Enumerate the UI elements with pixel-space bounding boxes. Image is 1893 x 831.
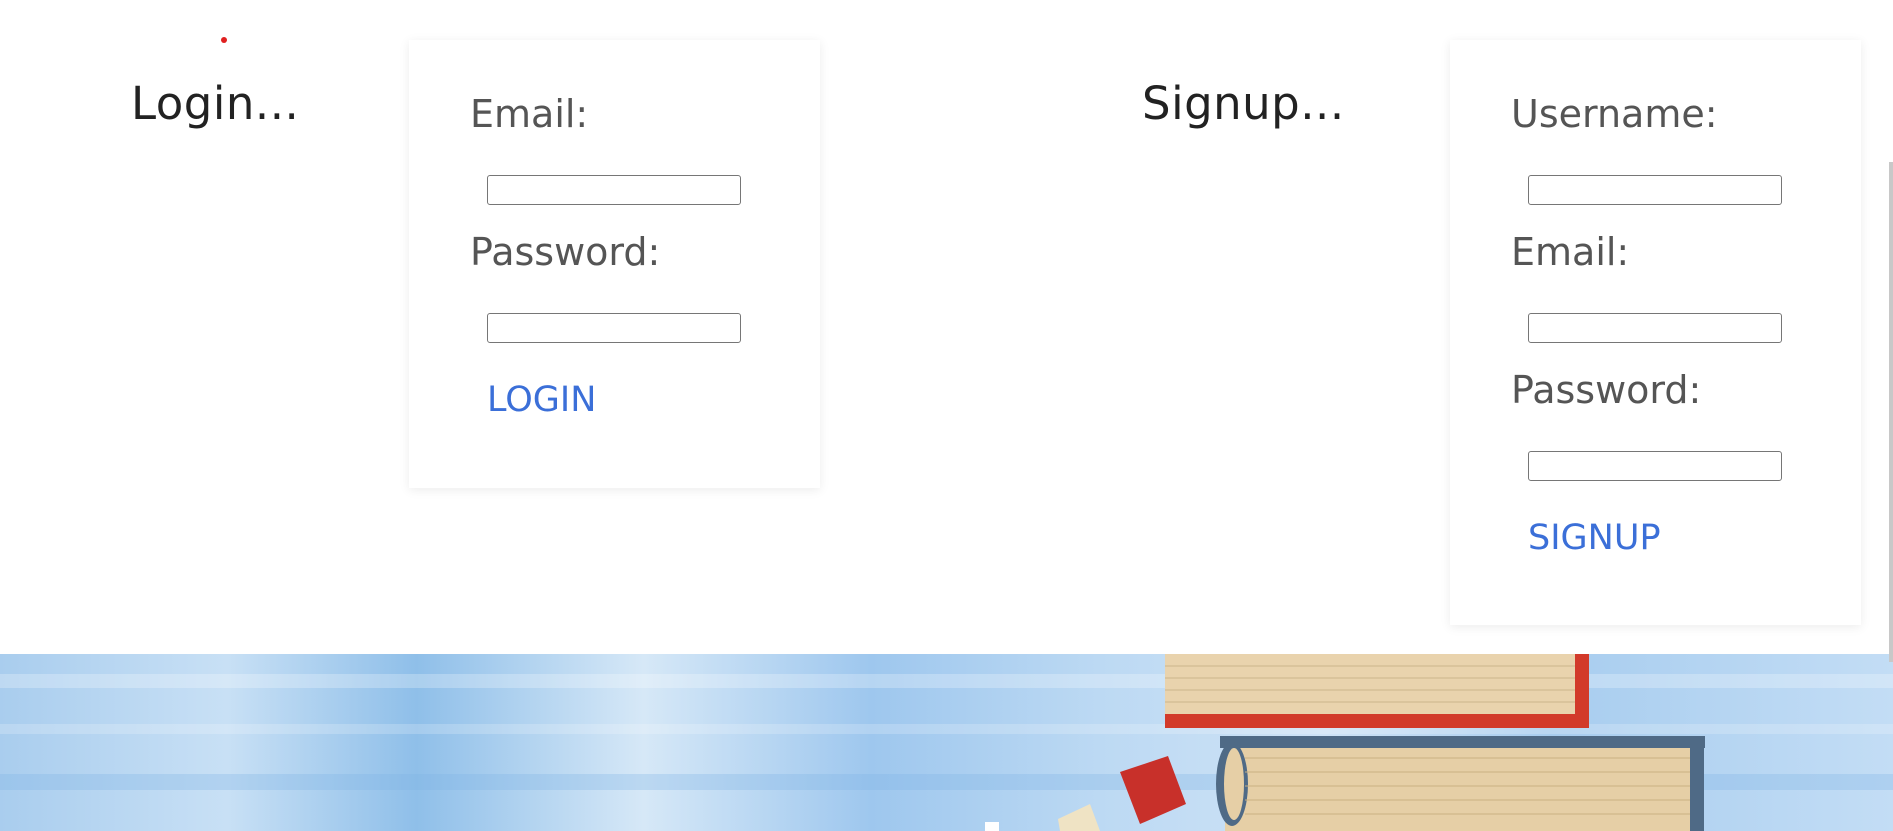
- signup-username-label: Username:: [1511, 92, 1718, 136]
- signup-email-label: Email:: [1511, 230, 1630, 274]
- login-card: Email: Password: LOGIN: [409, 40, 820, 488]
- books-stack-icon: [0, 654, 1893, 831]
- page: Login... Email: Password: LOGIN Signup..…: [0, 0, 1893, 831]
- login-button[interactable]: LOGIN: [487, 380, 596, 420]
- books-banner-image: [0, 654, 1893, 831]
- signup-password-label: Password:: [1511, 368, 1702, 412]
- login-email-label: Email:: [470, 92, 589, 136]
- signup-username-input[interactable]: [1528, 175, 1782, 205]
- page-scrollbar[interactable]: [1889, 162, 1893, 662]
- signup-button[interactable]: SIGNUP: [1528, 518, 1661, 558]
- login-email-input[interactable]: [487, 175, 741, 205]
- signup-heading: Signup...: [1142, 77, 1345, 130]
- signup-password-input[interactable]: [1528, 451, 1782, 481]
- red-dot-marker: [221, 37, 227, 43]
- login-password-input[interactable]: [487, 313, 741, 343]
- login-heading: Login...: [131, 77, 300, 130]
- login-password-label: Password:: [470, 230, 661, 274]
- signup-email-input[interactable]: [1528, 313, 1782, 343]
- signup-card: Username: Email: Password: SIGNUP: [1450, 40, 1861, 625]
